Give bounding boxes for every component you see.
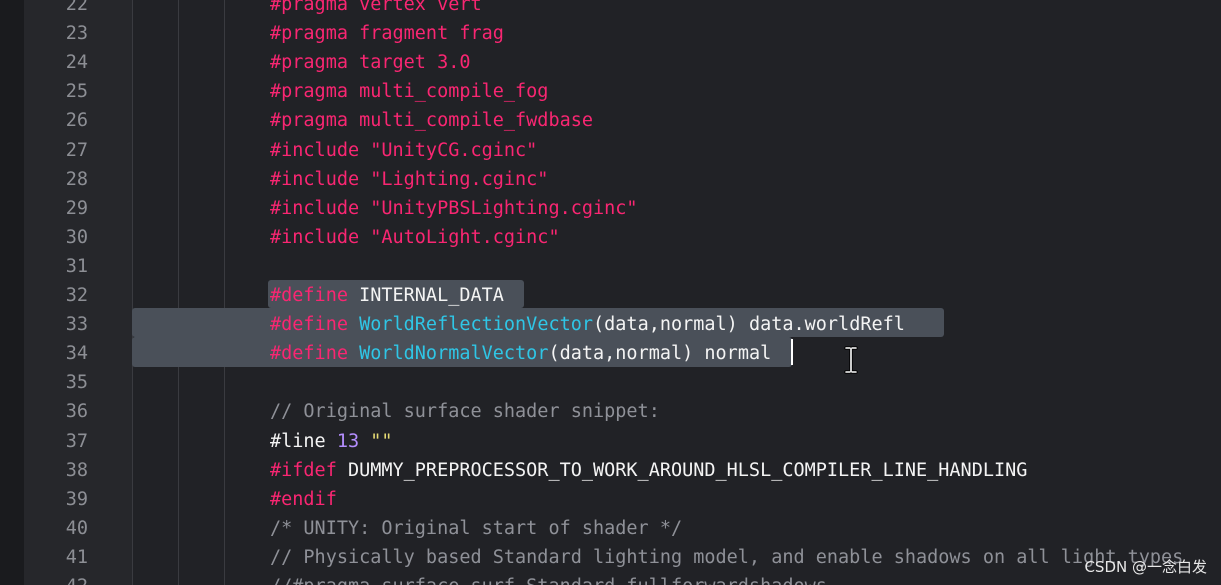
code-line[interactable]: 39 #endif: [0, 485, 1221, 514]
code-text: #include "UnityCG.cginc": [270, 136, 537, 165]
code-token: /* UNITY: Original start of shader */: [270, 517, 683, 539]
code-text: #define INTERNAL_DATA: [270, 281, 504, 310]
code-token: (data,normal) data.worldRefl: [593, 314, 905, 336]
code-text: //#pragma surface surf Standard fullforw…: [270, 572, 827, 585]
code-token: #pragma multi_compile_fwdbase: [270, 110, 594, 132]
code-line[interactable]: 42 //#pragma surface surf Standard fullfo…: [0, 572, 1221, 585]
code-token: #pragma fragment frag: [270, 23, 504, 45]
code-token: #define: [270, 314, 348, 336]
code-text: #pragma vertex vert: [270, 0, 482, 19]
code-line[interactable]: 28 #include "Lighting.cginc": [0, 165, 1221, 194]
ibeam-cursor-icon: [844, 346, 858, 374]
code-line[interactable]: 22 #pragma vertex vert: [0, 0, 1221, 19]
code-token: "": [359, 430, 393, 452]
code-token: #pragma vertex vert: [270, 0, 482, 15]
line-number: 35: [65, 372, 88, 394]
line-number: 40: [65, 517, 88, 539]
code-text: #include "AutoLight.cginc": [270, 223, 560, 252]
code-line[interactable]: 36 // Original surface shader snippet:: [0, 397, 1221, 426]
line-number: 33: [65, 314, 88, 336]
code-text: #define WorldNormalVector(data,normal) n…: [270, 339, 771, 368]
code-line[interactable]: 30 #include "AutoLight.cginc": [0, 223, 1221, 252]
line-number: 29: [65, 197, 88, 219]
code-text: #endif: [270, 485, 337, 514]
line-number: 41: [65, 546, 88, 568]
code-token: WorldReflectionVector: [359, 314, 594, 336]
line-number: 23: [65, 23, 88, 45]
code-editor[interactable]: 22 #pragma vertex vert 23 #pragma fragment …: [0, 0, 1221, 585]
code-token: #include "AutoLight.cginc": [270, 226, 560, 248]
code-token: DUMMY_PREPROCESSOR_TO_WORK_AROUND_HLSL_C…: [336, 459, 1028, 481]
code-token: #pragma target 3.0: [270, 52, 471, 74]
line-number: 28: [65, 168, 88, 190]
code-line[interactable]: 40 /* UNITY: Original start of shader */: [0, 514, 1221, 543]
code-token: // Original surface shader snippet:: [270, 401, 660, 423]
line-number: 37: [65, 430, 88, 452]
line-number: 34: [65, 343, 88, 365]
code-text: #pragma target 3.0: [270, 48, 470, 77]
code-token: #include "UnityPBSLighting.cginc": [270, 197, 638, 219]
code-text: #define WorldReflectionVector(data,norma…: [270, 310, 905, 339]
code-text: // Physically based Standard lighting mo…: [270, 543, 1183, 572]
code-line[interactable]: 37 #line 13 "": [0, 427, 1221, 456]
code-line[interactable]: 38 #ifdef DUMMY_PREPROCESSOR_TO_WORK_AROU…: [0, 456, 1221, 485]
code-line[interactable]: 33 #define WorldReflectionVector(data,nor…: [0, 310, 1221, 339]
line-number: 42: [24, 572, 88, 585]
code-token: #define: [270, 343, 348, 365]
line-number: 38: [65, 459, 88, 481]
code-line[interactable]: 32 #define INTERNAL_DATA: [0, 281, 1221, 310]
code-text: #ifdef DUMMY_PREPROCESSOR_TO_WORK_AROUND…: [270, 456, 1027, 485]
code-text: #pragma multi_compile_fog: [270, 77, 548, 106]
code-token: #define: [270, 285, 348, 306]
code-line[interactable]: 25 #pragma multi_compile_fog: [0, 77, 1221, 106]
line-number: 24: [65, 52, 88, 74]
code-line[interactable]: 41 // Physically based Standard lighting …: [0, 543, 1221, 572]
code-token: #endif: [270, 488, 337, 510]
code-text: #include "UnityPBSLighting.cginc": [270, 194, 638, 223]
code-text: // Original surface shader snippet:: [270, 397, 660, 426]
code-token: INTERNAL_DATA: [347, 285, 504, 306]
code-token: 13: [336, 430, 360, 452]
text-cursor: [791, 339, 793, 365]
code-line[interactable]: 31: [0, 252, 1221, 281]
code-line[interactable]: 34 #define WorldNormalVector(data,normal)…: [0, 339, 1221, 368]
line-number: 27: [65, 139, 88, 161]
code-line[interactable]: 27 #include "UnityCG.cginc": [0, 136, 1221, 165]
code-token: #ifdef: [270, 459, 337, 481]
code-text: /* UNITY: Original start of shader */: [270, 514, 682, 543]
code-token: #pragma multi_compile_fog: [270, 81, 549, 103]
line-number: 39: [65, 488, 88, 510]
line-number: 26: [65, 110, 88, 132]
code-token: //#pragma surface surf Standard fullforw…: [270, 576, 827, 585]
line-number: 22: [65, 0, 88, 15]
code-token: #include "UnityCG.cginc": [270, 139, 538, 161]
code-token: // Physically based Standard lighting mo…: [270, 546, 1184, 568]
line-number: 30: [65, 226, 88, 248]
code-text: #include "Lighting.cginc": [270, 165, 548, 194]
code-text: #line 13 "": [270, 427, 393, 456]
code-line[interactable]: 35: [0, 368, 1221, 397]
code-text: #pragma multi_compile_fwdbase: [270, 106, 593, 135]
code-token: #line: [270, 430, 337, 452]
code-line[interactable]: 24 #pragma target 3.0: [0, 48, 1221, 77]
code-token: #include "Lighting.cginc": [270, 168, 549, 190]
code-token: WorldNormalVector: [359, 343, 549, 365]
code-line[interactable]: 29 #include "UnityPBSLighting.cginc": [0, 194, 1221, 223]
line-number: 31: [65, 255, 88, 277]
line-number: 25: [65, 81, 88, 103]
watermark: CSDN @一念白发: [1084, 558, 1207, 576]
code-text: #pragma fragment frag: [270, 19, 504, 48]
code-line[interactable]: 23 #pragma fragment frag: [0, 19, 1221, 48]
code-token: (data,normal) normal: [548, 343, 772, 365]
line-number: 32: [65, 285, 88, 306]
code-line[interactable]: 26 #pragma multi_compile_fwdbase: [0, 106, 1221, 135]
line-number: 36: [65, 401, 88, 423]
